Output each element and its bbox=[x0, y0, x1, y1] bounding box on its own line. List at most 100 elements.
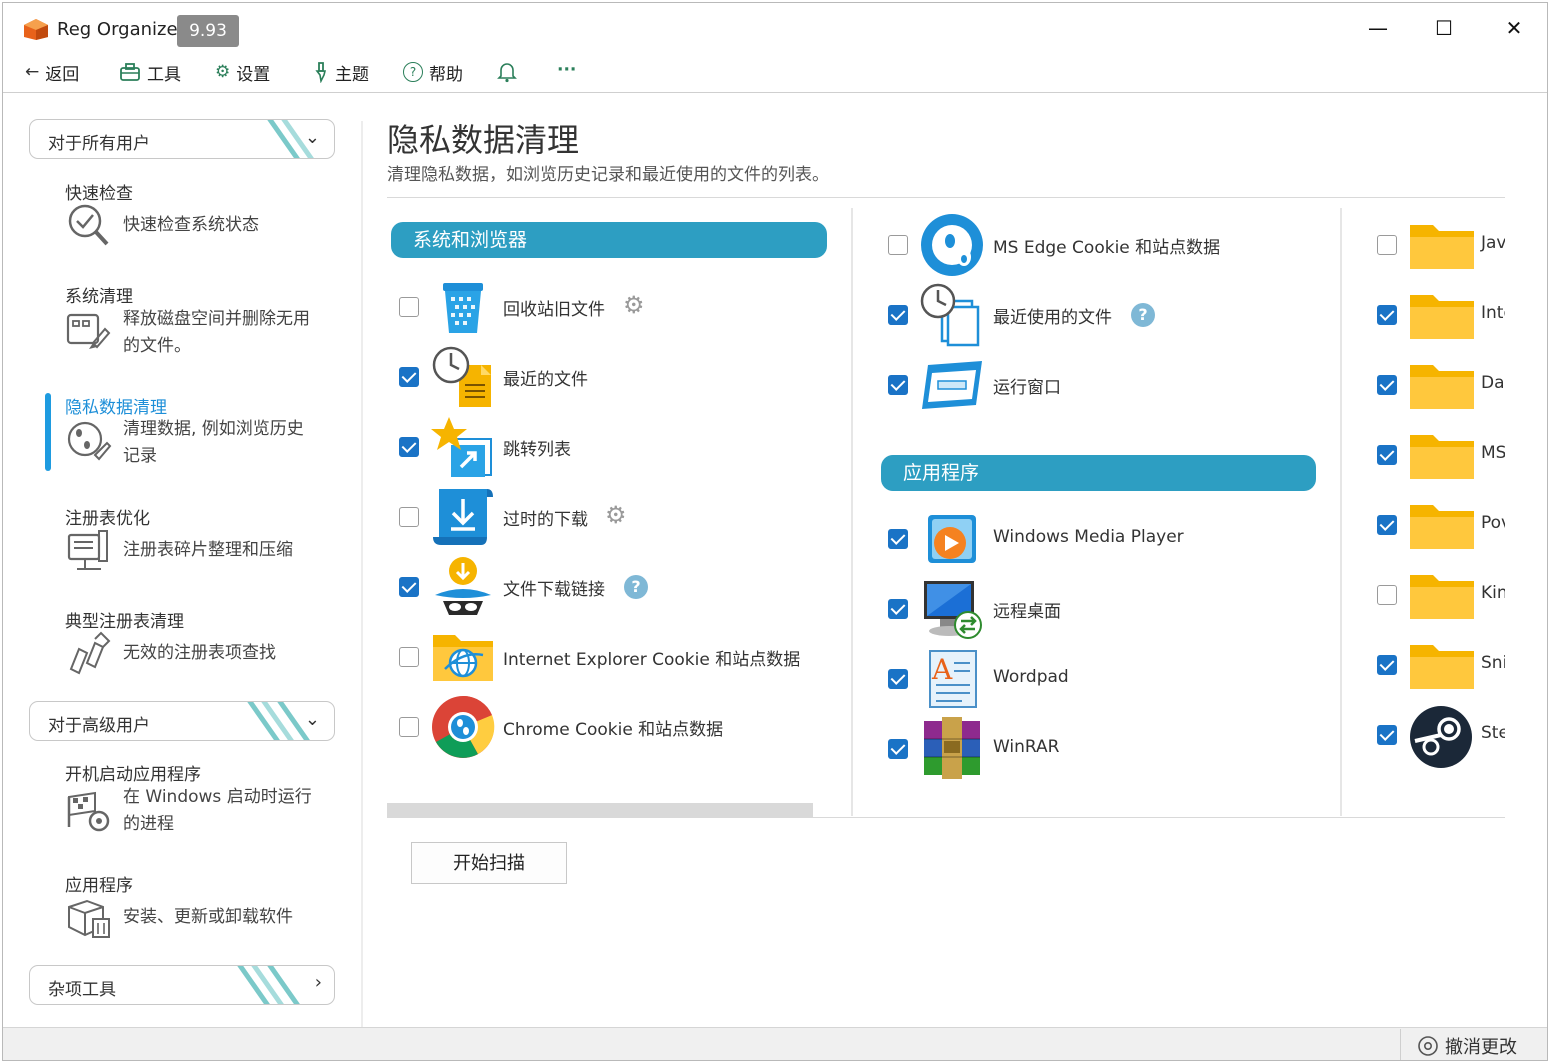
folder-icon bbox=[1410, 505, 1474, 549]
ie-folder-icon bbox=[433, 635, 493, 681]
menubar-divider bbox=[3, 92, 1547, 93]
theme-menu[interactable]: 主题 bbox=[309, 59, 369, 85]
registry-clean-icon bbox=[69, 631, 111, 675]
gear-icon[interactable]: ⚙ bbox=[605, 501, 627, 529]
checkbox-steam[interactable] bbox=[1377, 725, 1397, 745]
checkbox-chrome-cookies[interactable] bbox=[399, 717, 419, 737]
column-divider bbox=[851, 208, 853, 816]
back-button[interactable]: ← 返回 bbox=[25, 59, 79, 85]
column-divider bbox=[1340, 208, 1342, 816]
checkbox-da[interactable] bbox=[1377, 375, 1397, 395]
tools-label: 工具 bbox=[147, 64, 181, 85]
item-label: Kin bbox=[1481, 583, 1505, 603]
settings-menu[interactable]: ⚙ 设置 bbox=[215, 59, 270, 85]
checkbox-java[interactable] bbox=[1377, 235, 1397, 255]
tools-menu[interactable]: 工具 bbox=[119, 59, 181, 85]
start-scan-button[interactable]: 开始扫描 bbox=[411, 842, 567, 884]
wordpad-icon: A bbox=[929, 650, 977, 708]
bell-icon bbox=[497, 63, 517, 83]
sidebar-item-desc: 快速检查系统状态 bbox=[123, 215, 259, 235]
minimize-button[interactable]: — bbox=[1355, 11, 1401, 45]
maximize-button[interactable]: ☐ bbox=[1421, 11, 1467, 45]
checkbox-ie-cookies[interactable] bbox=[399, 647, 419, 667]
status-bar bbox=[3, 1027, 1547, 1060]
version-badge: 9.93 bbox=[177, 15, 239, 47]
status-divider bbox=[1400, 1029, 1401, 1060]
help-hint-icon[interactable]: ? bbox=[1131, 303, 1155, 327]
remote-desktop-icon bbox=[924, 581, 982, 639]
notifications-button[interactable] bbox=[497, 59, 517, 85]
undo-label: 撤消更改 bbox=[1445, 1037, 1517, 1058]
undo-changes-button[interactable]: 撤消更改 bbox=[1417, 1033, 1517, 1059]
help-hint-icon[interactable]: ? bbox=[624, 575, 648, 599]
checkbox-download-links[interactable] bbox=[399, 577, 419, 597]
page-title: 隐私数据清理 bbox=[387, 121, 580, 159]
group-misc-tools[interactable]: 杂项工具 › bbox=[29, 965, 335, 1005]
item-label: Sni bbox=[1481, 653, 1505, 673]
chevron-down-icon: ⌄ bbox=[304, 127, 320, 148]
checkbox-recent-used-files[interactable] bbox=[888, 305, 908, 325]
item-label: Inte bbox=[1481, 303, 1505, 323]
item-label: Chrome Cookie 和站点数据 bbox=[503, 720, 724, 740]
sidebar-item-title[interactable]: 开机启动应用程序 bbox=[65, 760, 201, 785]
checkbox-remote-desktop[interactable] bbox=[888, 599, 908, 619]
section-header-system: 系统和浏览器 bbox=[391, 222, 827, 258]
checkbox-outdated-downloads[interactable] bbox=[399, 507, 419, 527]
header-divider bbox=[387, 197, 1505, 198]
theme-label: 主题 bbox=[335, 64, 369, 85]
sidebar-item-title-active[interactable]: 隐私数据清理 bbox=[65, 393, 167, 418]
sidebar-divider bbox=[361, 121, 363, 1029]
group-all-users[interactable]: 对于所有用户 ⌄ bbox=[29, 119, 335, 159]
svg-text:A: A bbox=[931, 653, 953, 686]
recent-files-icon bbox=[432, 346, 491, 407]
sidebar-item-desc: 在 Windows 启动时运行的进程 bbox=[123, 787, 312, 834]
checkbox-recycle-bin[interactable] bbox=[399, 297, 419, 317]
group-label: 杂项工具 bbox=[48, 980, 116, 1000]
help-circle-icon: ? bbox=[403, 62, 423, 82]
undo-circle-icon bbox=[1418, 1036, 1438, 1056]
checkbox-winrar[interactable] bbox=[888, 739, 908, 759]
checkbox-ms[interactable] bbox=[1377, 445, 1397, 465]
more-button[interactable]: ··· bbox=[557, 57, 576, 83]
registry-optimize-icon bbox=[67, 530, 108, 570]
group-advanced-users[interactable]: 对于高级用户 ⌄ bbox=[29, 701, 335, 741]
close-button[interactable]: ✕ bbox=[1491, 11, 1537, 45]
checkbox-internet[interactable] bbox=[1377, 305, 1397, 325]
item-label: Internet Explorer Cookie 和站点数据 bbox=[503, 650, 801, 670]
sidebar-item-title[interactable]: 注册表优化 bbox=[65, 504, 150, 529]
folder-icon bbox=[1410, 295, 1474, 339]
jump-list-icon bbox=[431, 417, 492, 477]
checkbox-wmp[interactable] bbox=[888, 529, 908, 549]
chevron-down-icon: ⌄ bbox=[304, 709, 320, 730]
checkbox-jump-list[interactable] bbox=[399, 437, 419, 457]
edge-icon bbox=[921, 214, 983, 276]
checkbox-recent-files[interactable] bbox=[399, 367, 419, 387]
checkbox-kin[interactable] bbox=[1377, 585, 1397, 605]
item-label: Pov bbox=[1481, 513, 1505, 533]
checkbox-edge-cookies[interactable] bbox=[888, 235, 908, 255]
checkbox-sni[interactable] bbox=[1377, 655, 1397, 675]
chevron-right-icon: › bbox=[314, 972, 322, 993]
sidebar-item-desc: 安装、更新或卸载软件 bbox=[123, 907, 293, 927]
privacy-clean-icon bbox=[67, 421, 112, 461]
back-label: 返回 bbox=[45, 64, 80, 85]
sidebar-item-desc: 无效的注册表项查找 bbox=[123, 643, 276, 663]
item-label: Ste bbox=[1481, 723, 1505, 743]
download-scroll-icon bbox=[433, 489, 493, 545]
steam-icon bbox=[1410, 706, 1472, 768]
item-label: MS Edge Cookie 和站点数据 bbox=[993, 238, 1221, 258]
recycle-bin-icon bbox=[443, 283, 483, 333]
checkbox-wordpad[interactable] bbox=[888, 669, 908, 689]
horizontal-scrollbar[interactable] bbox=[387, 803, 813, 817]
item-label: Da bbox=[1481, 373, 1505, 393]
checkbox-run-window[interactable] bbox=[888, 375, 908, 395]
download-spy-icon bbox=[435, 557, 491, 615]
recent-docs-icon bbox=[920, 283, 980, 347]
checkbox-pov[interactable] bbox=[1377, 515, 1397, 535]
gear-icon[interactable]: ⚙ bbox=[623, 291, 645, 319]
help-menu[interactable]: ? 帮助 bbox=[403, 59, 463, 85]
gear-icon: ⚙ bbox=[215, 62, 231, 82]
settings-label: 设置 bbox=[236, 64, 271, 85]
sidebar-item-title[interactable]: 系统清理 bbox=[65, 282, 133, 307]
sidebar-item-desc: 清理数据, 例如浏览历史记录 bbox=[123, 419, 304, 466]
